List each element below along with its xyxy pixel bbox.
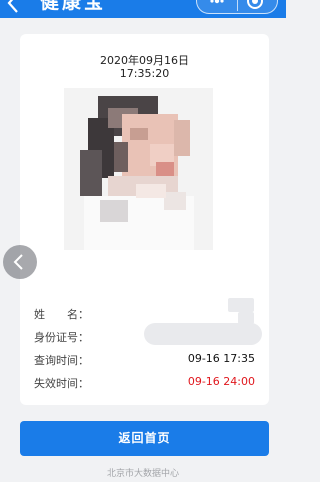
footer-text: 北京市大数据中心	[106, 469, 179, 479]
id-label: 身份证号：	[34, 331, 89, 344]
page-title: 健康宝	[40, 0, 107, 13]
more-dots-icon[interactable]	[210, 0, 224, 4]
mini-program-capsule	[196, 0, 278, 14]
name-value-masked	[228, 298, 254, 312]
id-value-masked	[144, 323, 262, 345]
query-time-value: 09-16 17:35	[187, 352, 255, 365]
name-label: 姓 名：	[34, 308, 89, 321]
query-time: 17:35:20	[119, 67, 170, 80]
query-time-label: 查询时间：	[34, 354, 89, 367]
chevron-left-icon[interactable]	[4, 0, 22, 14]
expire-time-label: 失效时间：	[34, 377, 89, 390]
return-home-button[interactable]: 返回首页	[20, 421, 269, 456]
user-photo	[64, 88, 213, 250]
floating-back-button[interactable]	[3, 245, 37, 279]
expire-time-value: 09-16 24:00	[187, 375, 255, 388]
app-header: 健康宝	[0, 0, 286, 18]
query-date: 2020年09月16日	[100, 54, 189, 67]
capsule-divider	[237, 0, 238, 11]
health-code-card: 2020年09月16日 17:35:20 姓 名： 身份证号： 查询时间： 09…	[20, 34, 269, 405]
target-icon[interactable]	[247, 0, 263, 9]
chevron-left-icon	[13, 254, 23, 270]
